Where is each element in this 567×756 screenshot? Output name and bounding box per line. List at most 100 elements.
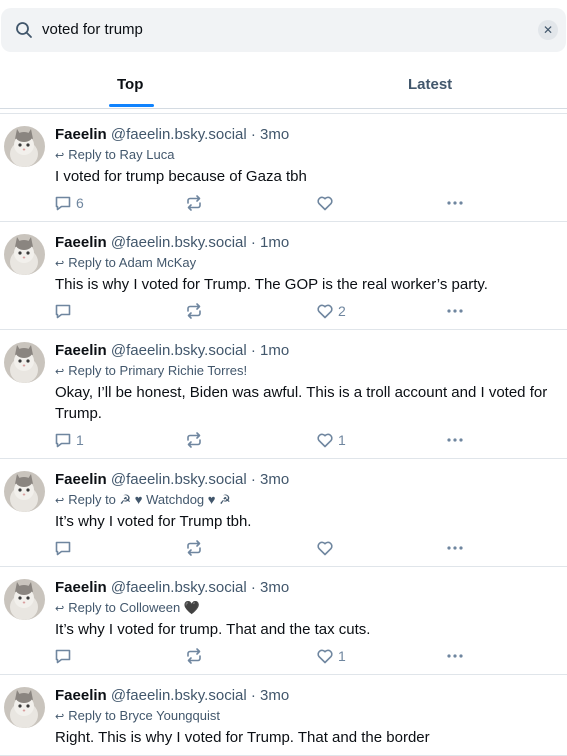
repost-icon <box>187 303 201 319</box>
active-tab-indicator <box>109 104 154 107</box>
post-timestamp[interactable]: · 3mo <box>251 471 289 488</box>
tab-top[interactable]: Top <box>117 76 143 93</box>
heart-icon <box>317 649 333 664</box>
like-button[interactable] <box>316 538 338 558</box>
reply-button[interactable] <box>54 538 76 558</box>
reply-button[interactable] <box>54 646 76 666</box>
more-options-button[interactable] <box>446 301 464 321</box>
heart-icon <box>317 541 333 556</box>
results-tabs: Top Latest <box>0 60 567 109</box>
reply-count: 1 <box>76 432 84 448</box>
reply-to-label: Reply to Primary Richie Torres! <box>68 363 248 378</box>
reply-count: 6 <box>76 195 84 211</box>
author-name[interactable]: Faeelin <box>55 234 107 251</box>
like-count: 2 <box>338 303 346 319</box>
reply-button[interactable]: 1 <box>54 430 84 450</box>
more-options-button[interactable] <box>446 193 464 213</box>
author-name[interactable]: Faeelin <box>55 342 107 359</box>
avatar[interactable] <box>4 471 45 512</box>
heart-icon <box>317 304 333 319</box>
author-handle[interactable]: @faeelin.bsky.social <box>111 471 247 488</box>
post-timestamp[interactable]: · 3mo <box>251 126 289 143</box>
repost-icon <box>187 648 201 664</box>
more-options-button[interactable] <box>446 538 464 558</box>
post-text: Okay, I’ll be honest, Biden was awful. T… <box>55 384 548 422</box>
heart-icon <box>317 433 333 448</box>
repost-icon <box>187 195 201 211</box>
reply-icon <box>55 196 71 211</box>
post-header: Faeelin @faeelin.bsky.social · 3mo <box>55 126 557 144</box>
more-options-button[interactable] <box>446 646 464 666</box>
post[interactable]: Faeelin @faeelin.bsky.social · 3mo ↩ Repl… <box>0 114 567 222</box>
post[interactable]: Faeelin @faeelin.bsky.social · 1mo ↩ Repl… <box>0 330 567 459</box>
post-timestamp[interactable]: · 1mo <box>251 342 289 359</box>
search-input[interactable]: voted for trump <box>42 21 143 38</box>
like-button[interactable]: 2 <box>316 301 346 321</box>
heart-icon <box>317 196 333 211</box>
author-handle[interactable]: @faeelin.bsky.social <box>111 234 247 251</box>
author-handle[interactable]: @faeelin.bsky.social <box>111 579 247 596</box>
post-actions: 6 <box>54 193 474 213</box>
more-dots-icon <box>447 309 463 313</box>
like-button[interactable] <box>316 193 338 213</box>
reply-arrow-icon: ↩ <box>55 495 65 507</box>
reply-arrow-icon: ↩ <box>55 711 65 723</box>
reply-button[interactable] <box>54 301 76 321</box>
reply-icon <box>55 433 71 448</box>
post-actions: 2 <box>54 301 474 321</box>
avatar[interactable] <box>4 234 45 275</box>
repost-button[interactable] <box>185 193 207 213</box>
avatar[interactable] <box>4 579 45 620</box>
post[interactable]: Faeelin @faeelin.bsky.social · 3mo ↩ Repl… <box>0 675 567 756</box>
more-dots-icon <box>447 546 463 550</box>
search-icon <box>16 22 32 38</box>
author-name[interactable]: Faeelin <box>55 126 107 143</box>
post-text: I voted for trump because of Gaza tbh <box>55 168 307 185</box>
post-timestamp[interactable]: · 3mo <box>251 579 289 596</box>
more-options-button[interactable] <box>446 430 464 450</box>
repost-button[interactable] <box>185 538 207 558</box>
post-text: Right. This is why I voted for Trump. Th… <box>55 729 430 746</box>
like-button[interactable]: 1 <box>316 430 346 450</box>
repost-button[interactable] <box>185 646 207 666</box>
repost-button[interactable] <box>185 430 207 450</box>
post-header: Faeelin @faeelin.bsky.social · 3mo <box>55 471 557 489</box>
post-text: It’s why I voted for Trump tbh. <box>55 513 252 530</box>
post[interactable]: Faeelin @faeelin.bsky.social · 3mo ↩ Repl… <box>0 459 567 567</box>
author-name[interactable]: Faeelin <box>55 687 107 704</box>
reply-arrow-icon: ↩ <box>55 366 65 378</box>
reply-context[interactable]: ↩ Reply to Adam McKay <box>55 254 557 273</box>
post-feed: Faeelin @faeelin.bsky.social · 3mo ↩ Repl… <box>0 113 567 756</box>
avatar[interactable] <box>4 687 45 728</box>
reply-arrow-icon: ↩ <box>55 603 65 615</box>
repost-button[interactable] <box>185 301 207 321</box>
post[interactable]: Faeelin @faeelin.bsky.social · 1mo ↩ Repl… <box>0 222 567 330</box>
search-bar[interactable]: voted for trump ✕ <box>1 8 566 52</box>
post-header: Faeelin @faeelin.bsky.social · 1mo <box>55 234 557 252</box>
post[interactable]: Faeelin @faeelin.bsky.social · 3mo ↩ Repl… <box>0 567 567 675</box>
reply-icon <box>55 541 71 556</box>
author-handle[interactable]: @faeelin.bsky.social <box>111 126 247 143</box>
author-handle[interactable]: @faeelin.bsky.social <box>111 342 247 359</box>
like-count: 1 <box>338 648 346 664</box>
reply-button[interactable]: 6 <box>54 193 84 213</box>
reply-context[interactable]: ↩ Reply to Colloween 🖤 <box>55 599 557 618</box>
reply-icon <box>55 304 71 319</box>
author-handle[interactable]: @faeelin.bsky.social <box>111 687 247 704</box>
avatar[interactable] <box>4 342 45 383</box>
post-timestamp[interactable]: · 3mo <box>251 687 289 704</box>
tab-latest[interactable]: Latest <box>408 76 452 93</box>
post-timestamp[interactable]: · 1mo <box>251 234 289 251</box>
reply-context[interactable]: ↩ Reply to ☭ ♥ Watchdog ♥ ☭ <box>55 491 557 510</box>
reply-context[interactable]: ↩ Reply to Ray Luca <box>55 146 557 165</box>
author-name[interactable]: Faeelin <box>55 471 107 488</box>
avatar[interactable] <box>4 126 45 167</box>
reply-to-label: Reply to Bryce Youngquist <box>68 708 220 723</box>
reply-context[interactable]: ↩ Reply to Primary Richie Torres! <box>55 362 557 381</box>
author-name[interactable]: Faeelin <box>55 579 107 596</box>
reply-to-label: Reply to Ray Luca <box>68 147 175 162</box>
post-text: This is why I voted for Trump. The GOP i… <box>55 276 488 293</box>
clear-search-button[interactable]: ✕ <box>538 20 558 40</box>
like-button[interactable]: 1 <box>316 646 346 666</box>
reply-context[interactable]: ↩ Reply to Bryce Youngquist <box>55 707 557 726</box>
